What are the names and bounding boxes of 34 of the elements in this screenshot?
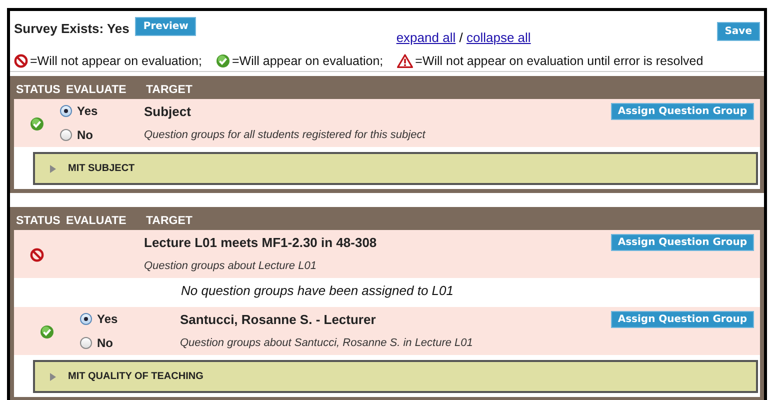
radio-label[interactable]: No (97, 336, 113, 350)
legend-text: =Will not appear on evaluation until error is resolved (415, 54, 704, 68)
target-title: Subject (144, 104, 192, 118)
caret-right-icon[interactable] (49, 372, 56, 380)
target-description: Question groups for all students registered for this subject (144, 129, 427, 141)
target-title: Lecture L01 meets MF1-2.30 in 48-308 (144, 234, 378, 250)
target-title: Santucci, Rosanne S. - Lecturer (180, 312, 377, 326)
target-description: Question groups about Santucci, Rosanne S. in Lecture L01 (180, 337, 474, 349)
link-separator: / (459, 30, 463, 45)
question-group-bar[interactable]: MIT SUBJECT (33, 152, 758, 185)
survey-status: Survey Exists: Yes (14, 21, 130, 36)
legend-text: =Will not appear on evaluation; (30, 54, 202, 68)
column-header: TARGET (146, 84, 192, 96)
question-group-label: MIT QUALITY OF TEACHING (68, 371, 204, 382)
radio-button[interactable] (60, 129, 72, 141)
column-header: EVALUATE (66, 84, 128, 96)
caret-right-icon[interactable] (49, 164, 56, 172)
question-group-label: MIT SUBJECT (68, 163, 135, 174)
empty-note: No question groups have been assigned to L01 (181, 283, 454, 298)
column-header: TARGET (146, 214, 192, 226)
column-header: EVALUATE (66, 214, 128, 226)
column-header: STATUS (16, 84, 62, 96)
radio-button[interactable] (60, 105, 72, 117)
radio-label[interactable]: Yes (97, 312, 118, 326)
radio-button[interactable] (80, 313, 92, 325)
question-group-bar[interactable]: MIT QUALITY OF TEACHING (33, 360, 758, 393)
collapse-all-link[interactable]: collapse all (466, 30, 531, 45)
radio-label[interactable]: Yes (77, 104, 98, 118)
expand-all-link[interactable]: expand all (396, 30, 456, 45)
target-description: Question groups about Lecture L01 (144, 260, 318, 272)
radio-button[interactable] (80, 337, 92, 349)
column-header: STATUS (16, 214, 62, 226)
legend-text: =Will appear on evaluation; (232, 54, 384, 68)
radio-label[interactable]: No (77, 128, 93, 142)
